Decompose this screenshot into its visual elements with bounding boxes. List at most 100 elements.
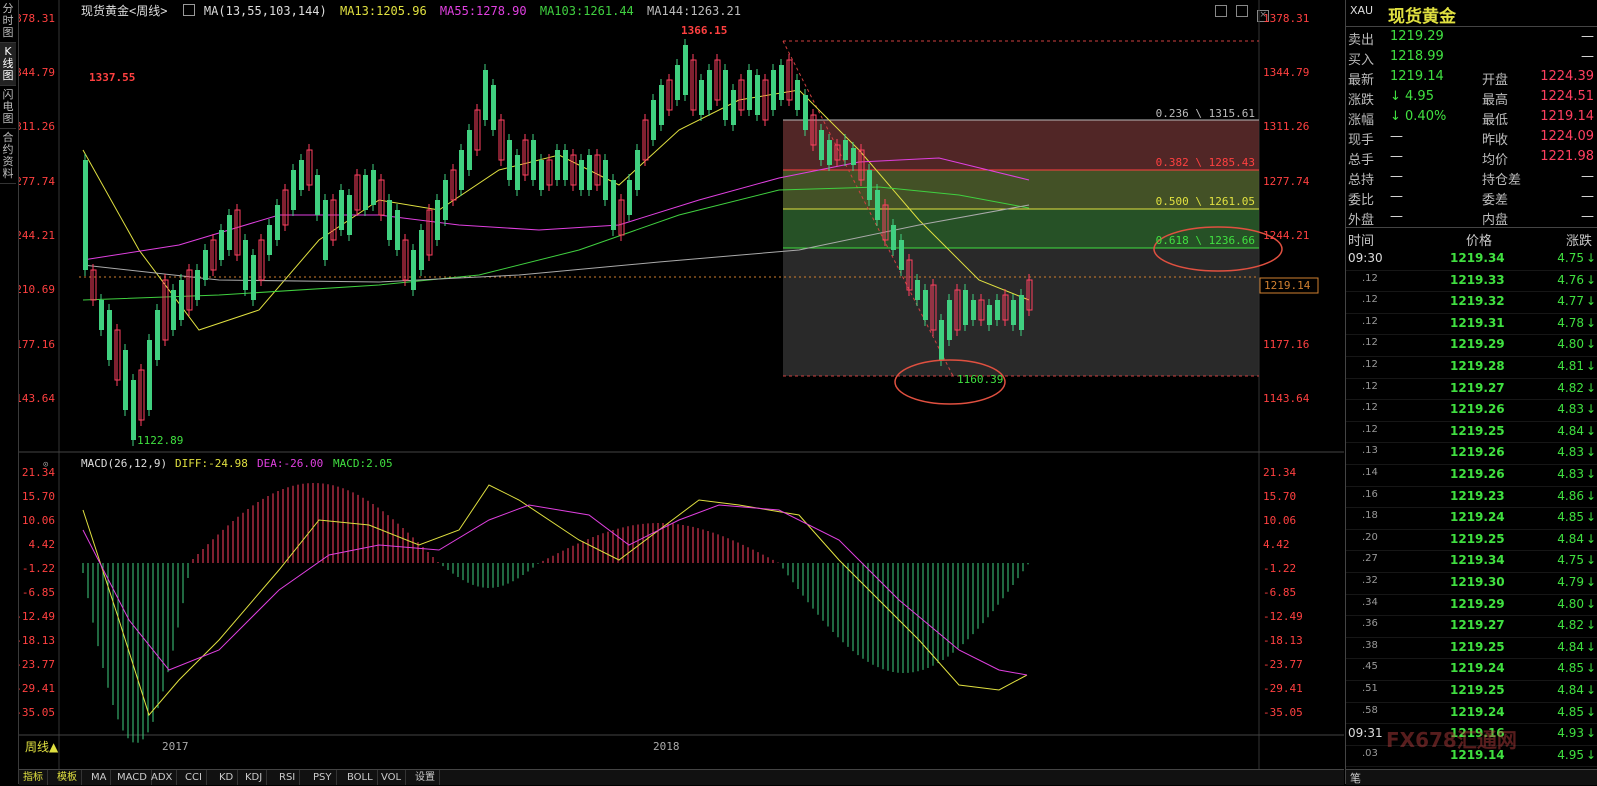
tick-time: 09:31 <box>1348 726 1383 741</box>
quote-row: 总持 — 持仓差 — <box>1346 167 1597 188</box>
macd-tick-right: -29.41 <box>1263 682 1303 695</box>
tick-price: 1219.27 <box>1450 380 1505 395</box>
tick-price: 1219.24 <box>1450 661 1505 676</box>
tick-change: 4.78 <box>1557 315 1584 330</box>
price-tick-left: 1378.31 <box>19 12 55 25</box>
down-arrow-icon: ↓ <box>1585 251 1596 265</box>
left-nav: 分时图 K线图 闪电图 合约资料 <box>0 0 19 784</box>
annotation-left-high: 1337.55 <box>89 71 135 84</box>
down-arrow-icon: ↓ <box>1585 618 1596 633</box>
quote-row: 现手 — 昨收 1224.09 <box>1346 127 1597 148</box>
tick-time: .12 <box>1362 294 1378 306</box>
down-arrow-icon: ↓ <box>1585 683 1596 697</box>
tick-row: .12 1219.27 4.82 ↓ <box>1346 378 1597 401</box>
candle-body <box>483 70 488 120</box>
candle-body <box>939 320 944 360</box>
quote-row: 涨幅 ↓ 0.40% 最低 1219.14 <box>1346 107 1597 128</box>
macd-tick-left: -18.13 <box>19 634 55 647</box>
tick-price: 1219.29 <box>1450 337 1505 352</box>
down-arrow-icon: ↓ <box>1585 272 1596 287</box>
macd-tick-left: -23.77 <box>19 658 55 671</box>
bottom-tab[interactable]: ADX <box>147 770 178 785</box>
quote-value: — <box>1390 169 1403 184</box>
quote-label: 最高 <box>1482 93 1509 108</box>
candle-body <box>603 160 608 200</box>
tick-row: 09:30 1219.34 4.75 ↓ <box>1346 248 1597 271</box>
down-arrow-icon: ↓ <box>1585 315 1596 330</box>
bottom-tab[interactable]: KDJ <box>241 770 268 785</box>
tick-change: 4.75 <box>1557 251 1584 265</box>
macd-tick-right: 21.34 <box>1263 466 1296 479</box>
nav-intraday[interactable]: 分时图 <box>0 0 16 43</box>
price-tick-right: 1177.16 <box>1263 338 1309 351</box>
tick-price: 1219.23 <box>1450 488 1505 503</box>
bottom-tab[interactable]: VOL <box>377 770 407 785</box>
tick-row: .34 1219.29 4.80 ↓ <box>1346 594 1597 617</box>
candle-body <box>195 270 200 300</box>
candle-body <box>827 140 832 165</box>
xaxis-label-2018: 2018 <box>653 740 680 753</box>
bottom-tab[interactable]: BOLL <box>343 770 378 785</box>
chart-area[interactable]: 现货黄金<周线> MA(13,55,103,144) MA13:1205.96 … <box>19 0 1344 784</box>
tick-row: .32 1219.30 4.79 ↓ <box>1346 572 1597 595</box>
quote-value: — <box>1581 29 1594 44</box>
quote-value: 1224.39 <box>1540 69 1594 84</box>
price-tick-left: 1177.16 <box>19 338 55 351</box>
candle-body <box>779 65 784 100</box>
bottom-tab[interactable]: RSI <box>275 770 301 785</box>
tick-price: 1219.25 <box>1450 639 1505 654</box>
candle-body <box>963 290 968 325</box>
quote-rows: 卖出 1219.29 — 买入 1218.99 — 最新 1219.14 开盘 1224.39 涨跌… <box>1346 27 1597 228</box>
nav-kline[interactable]: K线图 <box>0 43 16 86</box>
tick-row: .14 1219.26 4.83 ↓ <box>1346 464 1597 487</box>
candle-body <box>435 200 440 240</box>
down-arrow-icon: ↓ <box>1585 402 1596 417</box>
candle-body <box>699 80 704 115</box>
tick-row: .36 1219.27 4.82 ↓ <box>1346 615 1597 638</box>
tick-change: 4.85 <box>1557 510 1584 525</box>
nav-contract[interactable]: 合约资料 <box>0 129 16 184</box>
chart-canvas: 1378.31 1344.79 1311.26 1277.74 1244.21 1210.… <box>19 0 1344 769</box>
quote-row: 卖出 1219.29 — <box>1346 27 1597 48</box>
nav-flash[interactable]: 闪电图 <box>0 86 16 129</box>
fib-label-0382: 0.382 \ 1285.43 <box>1156 156 1255 169</box>
quote-label: 持仓差 <box>1482 173 1522 188</box>
bottom-tab[interactable]: KD <box>215 770 239 785</box>
bottom-tab[interactable]: 指标 <box>19 770 48 785</box>
down-arrow-icon: ↓ <box>1585 380 1596 395</box>
period-button[interactable]: 周线▲ <box>25 738 58 755</box>
ticks-header: 时间 价格 涨跌 <box>1346 228 1597 249</box>
candle-body <box>803 95 808 130</box>
tick-change: 4.79 <box>1557 575 1584 589</box>
bottom-tab[interactable]: MA <box>87 770 112 785</box>
tick-row: .12 1219.31 4.78 ↓ <box>1346 313 1597 336</box>
quote-label: 现手 <box>1348 133 1375 148</box>
bottom-tab[interactable]: PSY <box>309 770 337 785</box>
macd-tick-left: -29.41 <box>19 682 55 695</box>
candle-body <box>723 70 728 120</box>
candle-body <box>531 140 536 180</box>
quote-row: 最新 1219.14 开盘 1224.39 <box>1346 67 1597 88</box>
quote-value: — <box>1390 209 1403 224</box>
tick-change: 4.81 <box>1557 359 1584 373</box>
quote-label: 最新 <box>1348 73 1375 88</box>
macd-tick-right: -12.49 <box>1263 610 1303 623</box>
macd-value: MACD:2.05 <box>333 457 393 470</box>
macd-tick-right: 15.70 <box>1263 490 1296 503</box>
bottom-tab[interactable]: 模板 <box>53 770 82 785</box>
bottom-tab[interactable]: CCI <box>181 770 207 785</box>
macd-tick-left: 15.70 <box>22 490 55 503</box>
annotation-high: 1366.15 <box>681 24 727 37</box>
candle-body <box>771 70 776 110</box>
tick-price: 1219.32 <box>1450 294 1505 309</box>
candle-body <box>131 380 136 440</box>
down-arrow-icon: ↓ <box>1585 337 1596 352</box>
candle-body <box>843 140 848 160</box>
bottom-tab[interactable]: 设置 <box>411 770 440 785</box>
tick-row: .45 1219.24 4.85 ↓ <box>1346 658 1597 681</box>
candle-body <box>507 140 512 180</box>
quote-label: 委差 <box>1482 193 1509 208</box>
tick-change: 4.80 <box>1557 337 1584 352</box>
price-tick-left: 1143.64 <box>19 392 55 405</box>
quote-value: ↓ 4.95 <box>1390 89 1434 104</box>
